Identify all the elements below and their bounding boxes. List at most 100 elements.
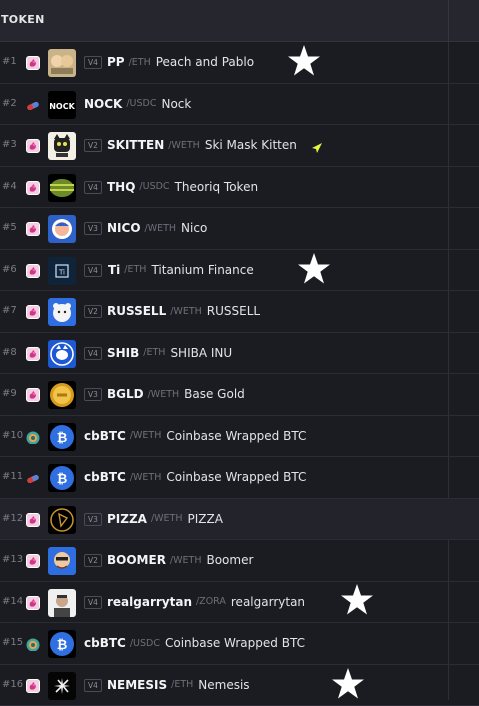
token-symbol: realgarrytan [107,595,192,609]
token-symbol: RUSSELL [107,304,166,318]
token-row[interactable]: #1V4PP/ETHPeach and Pablo [0,42,479,84]
svg-text:Ti: Ti [58,268,65,276]
pumpswap-icon [26,98,40,112]
version-badge: V4 [84,596,102,609]
token-name: Nico [181,221,207,235]
boost-icon [311,139,323,151]
token-logo-icon [48,174,76,202]
uniswap-icon [26,347,40,361]
token-logo-icon [48,506,76,534]
token-symbol: THQ [107,180,135,194]
token-name: Titanium Finance [151,263,253,277]
star-icon[interactable] [340,583,374,617]
token-name: Peach and Pablo [156,55,254,69]
svg-text:NOCK: NOCK [49,102,75,111]
rank-label: #6 [2,264,17,275]
svg-text:₿: ₿ [57,638,68,653]
rank-label: #5 [2,222,17,233]
token-logo-icon: ₿ [48,423,76,451]
token-symbol: cbBTC [84,636,126,650]
svg-text:₿: ₿ [57,431,68,446]
token-symbol: NEMESIS [107,678,167,692]
token-logo-icon [48,215,76,243]
token-logo-icon [48,298,76,326]
star-icon[interactable] [331,667,365,701]
rank-label: #3 [2,139,17,150]
token-row[interactable]: #5V3NICO/WETHNico [0,208,479,250]
uniswap-icon [26,139,40,153]
token-symbol: NICO [107,221,141,235]
table-header: TOKEN [0,0,479,42]
token-row[interactable]: #4V4THQ/USDCTheoriq Token [0,167,479,209]
token-symbol: SKITTEN [107,138,164,152]
token-name: RUSSELL [207,304,260,318]
column-header-token[interactable]: TOKEN [1,13,45,26]
rank-label: #1 [2,56,17,67]
svg-text:₿: ₿ [57,472,68,487]
token-logo-icon [48,340,76,368]
quote-pair: /WETH [130,472,162,483]
token-name: Boomer [206,553,253,567]
uniswap-icon [26,305,40,319]
token-row[interactable]: #9V3BGLD/WETHBase Gold [0,374,479,416]
version-badge: V4 [84,347,102,360]
token-name: Nock [161,97,191,111]
quote-pair: /WETH [148,389,180,400]
uniswap-icon [26,513,40,527]
token-symbol: BGLD [107,387,144,401]
token-symbol: BOOMER [107,553,166,567]
quote-pair: /ZORA [196,596,226,607]
uniswap-icon [26,554,40,568]
version-badge: V2 [84,305,102,318]
token-logo-icon: NOCK [48,91,76,119]
uniswap-icon [26,264,40,278]
token-name: Base Gold [184,387,245,401]
token-row[interactable]: #8V4SHIB/ETHSHIBA INU [0,333,479,375]
rank-label: #16 [2,679,23,690]
version-badge: V4 [84,56,102,69]
token-symbol: PIZZA [107,512,147,526]
token-row[interactable]: #3V2SKITTEN/WETHSki Mask Kitten [0,125,479,167]
token-row[interactable]: #2NOCKNOCK/USDCNock [0,84,479,126]
uniswap-icon [26,56,40,70]
star-icon[interactable] [287,44,321,78]
token-symbol: Ti [108,263,120,277]
version-badge: V4 [84,679,102,692]
version-badge: V3 [84,513,102,526]
token-name: Ski Mask Kitten [205,138,297,152]
token-logo-icon [48,381,76,409]
token-name: realgarrytan [231,595,305,609]
token-name: Coinbase Wrapped BTC [166,429,306,443]
token-row[interactable]: #15₿cbBTC/USDCCoinbase Wrapped BTC [0,623,479,665]
token-logo-icon: Ti [48,257,76,285]
star-icon[interactable] [297,252,331,286]
rank-label: #8 [2,347,17,358]
version-badge: V4 [84,181,102,194]
uniswap-icon [26,222,40,236]
token-name: PIZZA [187,512,222,526]
token-row[interactable]: #12V3PIZZA/WETHPIZZA [0,499,479,541]
rank-label: #10 [2,430,23,441]
quote-pair: /WETH [170,306,202,317]
quote-pair: /ETH [143,347,165,358]
uniswap-icon [26,596,40,610]
quote-pair: /ETH [171,679,193,690]
token-logo-icon: ₿ [48,630,76,658]
rank-label: #9 [2,388,17,399]
uniswap-icon [26,679,40,693]
token-name: Coinbase Wrapped BTC [165,636,305,650]
quote-pair: /WETH [130,430,162,441]
token-row[interactable]: #6TiV4Ti/ETHTitanium Finance [0,250,479,292]
token-row[interactable]: #13V2BOOMER/WETHBoomer [0,540,479,582]
quote-pair: /ETH [124,264,146,275]
version-badge: V2 [84,139,102,152]
token-row[interactable]: #7V2RUSSELL/WETHRUSSELL [0,291,479,333]
token-row[interactable]: #14V4realgarrytan/ZORArealgarrytan [0,582,479,624]
token-name: Nemesis [198,678,249,692]
token-logo-icon: ₿ [48,464,76,492]
quote-pair: /WETH [170,555,202,566]
rank-label: #13 [2,554,23,565]
token-row[interactable]: #10₿cbBTC/WETHCoinbase Wrapped BTC [0,416,479,458]
token-row[interactable]: #11₿cbBTC/WETHCoinbase Wrapped BTC [0,457,479,499]
quote-pair: /USDC [130,638,160,649]
